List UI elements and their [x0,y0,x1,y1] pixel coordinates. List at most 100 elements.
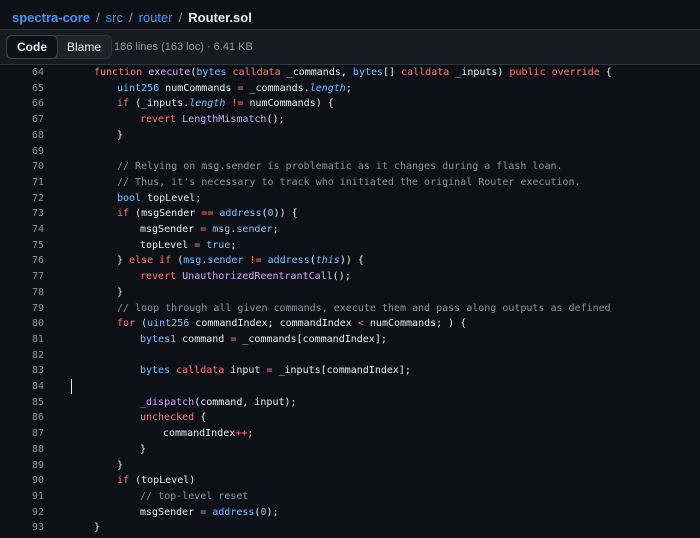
line-number[interactable]: 67 [0,112,44,128]
line-number[interactable]: 83 [0,363,44,379]
code-line: 81 bytes1 command = _commands[commandInde… [0,332,700,348]
code-token: } [117,286,124,298]
line-number[interactable]: 66 [0,96,44,112]
line-number[interactable]: 84 [0,379,44,395]
code-line: 70 // Relying on msg.sender is problemati… [0,159,700,175]
text-cursor [71,379,72,394]
line-number[interactable]: 93 [0,520,44,536]
code-line-text: uint256 numCommands = _commands.length; [117,81,352,97]
code-token: if [117,475,136,487]
code-token: = [266,365,279,377]
code-line: 65 uint256 numCommands = _commands.length… [0,81,700,97]
breadcrumb-src-link[interactable]: src [106,10,123,25]
line-number[interactable]: 89 [0,458,44,474]
line-number[interactable]: 64 [0,65,44,81]
blame-view-button[interactable]: Blame [57,36,111,58]
line-number[interactable]: 69 [0,144,44,160]
line-number[interactable]: 92 [0,505,44,521]
code-line-text: topLevel = true; [140,238,236,254]
code-token: calldata [232,67,287,78]
line-number[interactable]: 86 [0,410,44,426]
code-token: ; [247,428,254,440]
code-token: unchecked [140,412,201,424]
line-number[interactable]: 73 [0,206,44,222]
code-token: } [117,255,130,267]
code-token: [] [383,67,402,78]
breadcrumb-current-file: Router.sol [188,9,252,25]
code-view-button[interactable]: Code [6,35,58,59]
line-number[interactable]: 75 [0,238,44,254]
line-number[interactable]: 65 [0,81,44,97]
line-number[interactable]: 78 [0,285,44,301]
line-number[interactable]: 91 [0,489,44,505]
line-number[interactable]: 71 [0,175,44,191]
line-number[interactable]: 81 [0,332,44,348]
code-token: { [605,67,612,78]
code-token: { [200,412,207,424]
breadcrumb-repo-link[interactable]: spectra-core [12,10,90,25]
code-token: numCommands [165,82,238,94]
breadcrumb-router-link[interactable]: router [139,10,173,25]
code-line: 77 revert UnauthorizedReentrantCall(); [0,269,700,285]
code-line: 67 revert LengthMismatch(); [0,112,700,128]
line-number[interactable]: 82 [0,348,44,364]
line-number[interactable]: 72 [0,191,44,207]
breadcrumb-separator: / [96,9,100,25]
line-number[interactable]: 68 [0,128,44,144]
code-line-text: msgSender = msg.sender; [140,222,279,238]
line-number[interactable]: 90 [0,473,44,489]
code-view[interactable]: 64 function execute(bytes calldata _comma… [0,65,700,538]
line-number[interactable]: 88 [0,442,44,458]
code-line: 80 for (uint256 commandIndex; commandInde… [0,316,700,332]
code-token: _commands[commandIndex]; [242,333,387,345]
code-token: (_inputs. [135,98,190,110]
code-token: commandIndex; commandIndex [195,318,358,330]
view-mode-segmented-control: Code Blame [6,35,113,59]
file-info: 186 lines (163 loc) · 6.41 KB [114,41,253,53]
code-token: ; [345,82,352,94]
code-line-text: bytes1 command = _commands[commandIndex]… [140,332,387,348]
code-token: < [357,318,370,330]
code-line-text: if (topLevel) [117,473,195,489]
code-token: ; [272,224,279,235]
code-token: else if [129,255,178,267]
code-line: 85 _dispatch(command, input); [0,395,700,411]
code-line: 92 msgSender = address(0); [0,505,700,521]
code-token: sender [236,224,273,235]
code-line: 69 [0,144,700,160]
code-line-text: commandIndex++; [163,426,253,442]
code-token: // top-level reset [140,490,249,502]
code-token: (command, input); [194,396,297,408]
code-line-text: msgSender = address(0); [140,505,279,521]
code-line-text: } else if (msg.sender != address(this)) … [117,253,364,269]
code-token: msg [183,255,202,267]
line-number[interactable]: 80 [0,316,44,332]
code-line: 84 [0,379,700,395]
code-line: 72 bool topLevel; [0,191,700,207]
code-token: bytes [352,67,384,78]
line-number[interactable]: 87 [0,426,44,442]
code-token: = [230,333,243,345]
code-line: 89} [0,458,700,474]
line-number[interactable]: 74 [0,222,44,238]
line-number[interactable]: 70 [0,159,44,175]
line-number[interactable]: 76 [0,253,44,269]
line-number[interactable]: 79 [0,301,44,317]
code-line: 76 } else if (msg.sender != address(this)… [0,253,700,269]
code-token: ++ [235,428,248,440]
code-token: = [200,224,213,235]
line-number[interactable]: 77 [0,269,44,285]
code-line-text: function execute(bytes calldata _command… [94,65,612,81]
code-token: function [94,67,149,78]
code-token: length [189,98,232,110]
code-token: input [230,365,267,377]
code-token: revert [140,114,183,126]
code-token: address [267,255,310,267]
line-number[interactable]: 85 [0,395,44,411]
code-line-text: if (_inputs.length != numCommands) { [117,96,334,112]
code-line: 64 function execute(bytes calldata _comma… [0,65,700,81]
code-line-text: revert LengthMismatch(); [140,112,285,128]
code-token: (msgSender [135,208,202,220]
breadcrumb-separator: / [178,9,183,25]
code-token: commandIndex [163,428,236,440]
